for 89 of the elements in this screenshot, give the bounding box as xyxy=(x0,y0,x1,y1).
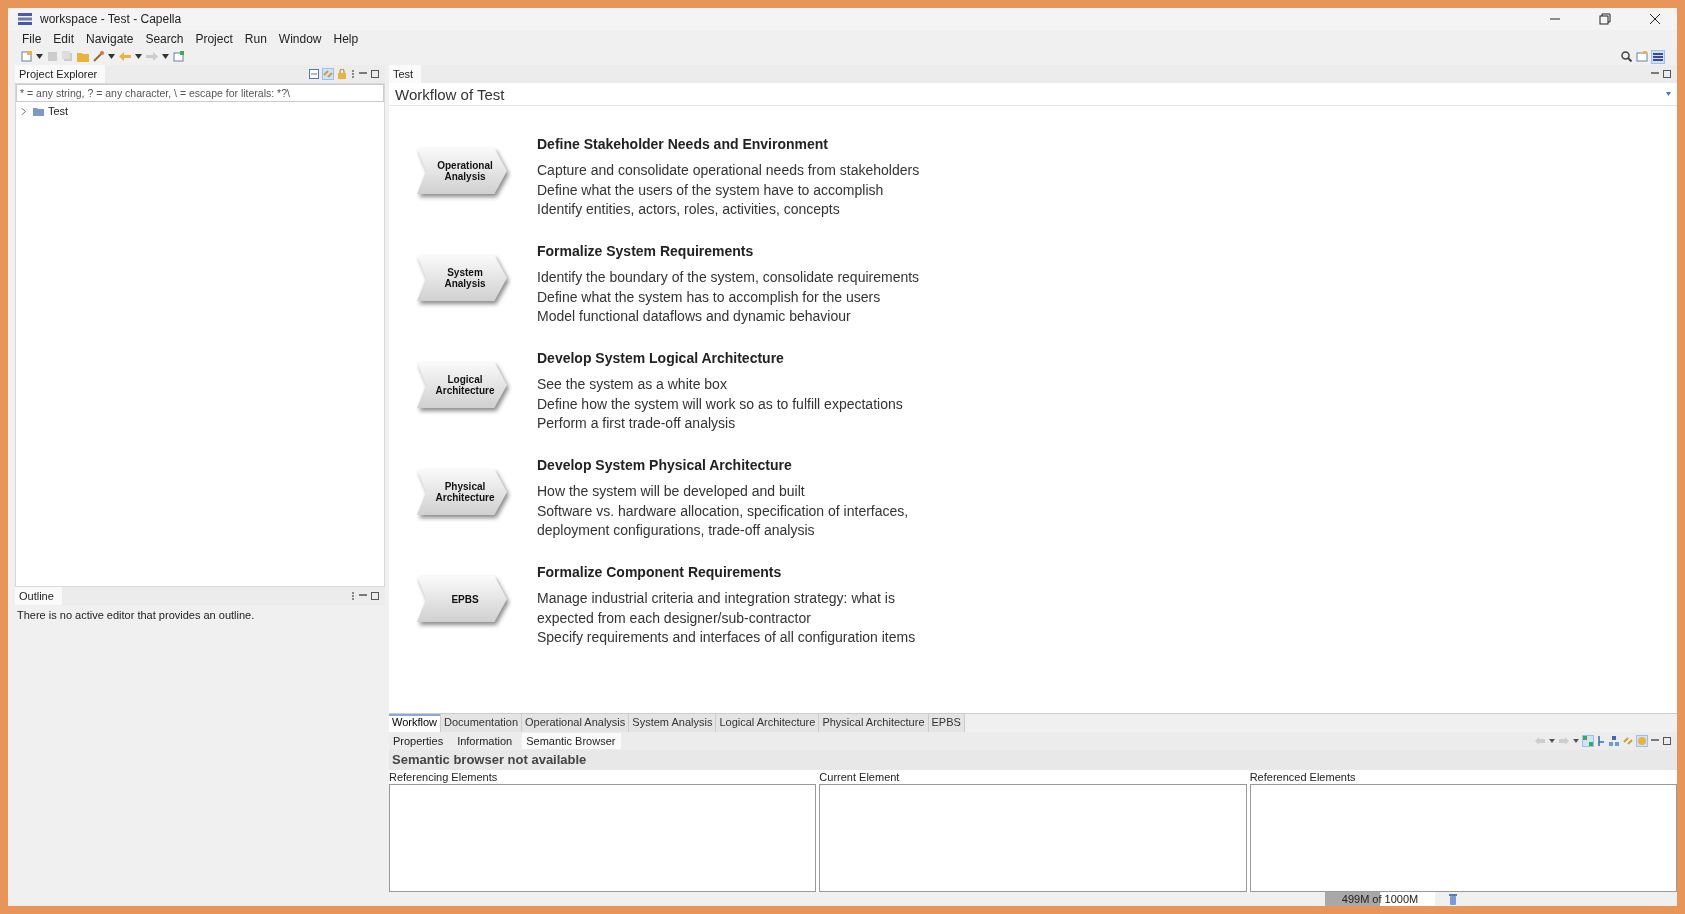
stage-description: expected from each designer/sub-contractor xyxy=(537,608,812,628)
maximize-icon[interactable] xyxy=(1663,737,1671,745)
menu-item[interactable]: Window xyxy=(278,32,322,46)
stage-button[interactable]: System Analysis xyxy=(417,255,507,301)
stage-description: Software vs. hardware allocation, specification of interfaces, xyxy=(537,501,909,521)
tree-item[interactable]: Test xyxy=(16,102,69,120)
maximize-icon[interactable] xyxy=(371,70,379,78)
outline-message: There is no active editor that provides an outline. xyxy=(17,609,255,621)
stage-button[interactable]: EPBS xyxy=(417,576,507,622)
maximize-icon[interactable] xyxy=(1663,70,1671,78)
stage-description: Define what the users of the system have to accomplish xyxy=(537,180,885,200)
dropdown-icon[interactable] xyxy=(162,54,169,59)
menu-item[interactable]: Navigate xyxy=(86,32,134,46)
app-icon xyxy=(18,13,32,25)
stage-button[interactable]: Logical Architecture xyxy=(417,362,507,408)
stage-description: Capture and consolidate operational needs from stakeholders xyxy=(537,161,920,180)
stage-description: Perform a first trade-off analysis xyxy=(537,414,737,433)
tree-icon[interactable] xyxy=(1609,736,1619,746)
element-list[interactable] xyxy=(389,784,817,892)
maximize-icon[interactable] xyxy=(371,592,379,600)
close-icon[interactable] xyxy=(1649,13,1661,25)
link-icon[interactable] xyxy=(1623,736,1633,746)
column-label: Current Element xyxy=(819,770,901,784)
stage-description: Identify entities, actors, roles, activities, concepts xyxy=(537,200,841,219)
stage-description: deployment configurations, trade-off analysis xyxy=(537,521,816,540)
element-list[interactable] xyxy=(819,784,1247,892)
stage-description: Define what the system has to accomplish for the users xyxy=(537,287,882,307)
open-perspective-icon[interactable] xyxy=(173,51,184,62)
trash-icon[interactable] xyxy=(1449,893,1457,905)
menu-item[interactable]: Search xyxy=(145,32,184,46)
column-label: Referenced Elements xyxy=(1249,770,1357,784)
window-title: workspace - Test - Capella xyxy=(40,12,182,26)
capella-perspective-icon[interactable] xyxy=(1652,50,1664,63)
page-tab[interactable]: Documentation xyxy=(441,714,523,732)
diagram-icon[interactable] xyxy=(1583,736,1593,746)
editor-title: Workflow of Test xyxy=(395,85,505,103)
link-icon[interactable] xyxy=(323,69,333,79)
view-menu-icon[interactable] xyxy=(351,591,355,601)
dropdown-icon[interactable] xyxy=(135,54,142,59)
dropdown-icon[interactable] xyxy=(36,54,43,59)
dropdown-icon[interactable] xyxy=(108,54,115,59)
menu-item[interactable]: Help xyxy=(333,32,359,46)
semantic-message: Semantic browser not available xyxy=(389,750,1677,770)
expand-chevron-icon[interactable] xyxy=(20,107,27,115)
view-tab[interactable]: Outline xyxy=(15,587,62,605)
stage-heading: Develop System Logical Architecture xyxy=(537,350,785,366)
new-icon[interactable] xyxy=(21,51,32,62)
page-tab[interactable]: Workflow xyxy=(389,714,442,732)
stage-button[interactable]: Operational Analysis xyxy=(417,148,507,194)
stage-description: Model functional dataflows and dynamic behaviour xyxy=(537,307,852,326)
stage-heading: Develop System Physical Architecture xyxy=(537,457,793,473)
search-icon[interactable] xyxy=(1621,51,1632,62)
menu-item[interactable]: Project xyxy=(195,32,233,46)
dropdown-icon[interactable] xyxy=(1549,739,1555,743)
element-list[interactable] xyxy=(1249,784,1677,892)
view-tab[interactable]: Information xyxy=(453,733,519,749)
view-tab[interactable]: Project Explorer xyxy=(15,65,106,83)
page-tab[interactable]: Logical Architecture xyxy=(716,714,820,732)
stage-description: Manage industrial criteria and integration strategy: what is xyxy=(537,589,896,608)
stage-description: Identify the boundary of the system, consolidate requirements xyxy=(537,268,920,287)
wand-icon[interactable] xyxy=(93,51,104,62)
view-menu-icon[interactable] xyxy=(351,69,355,79)
stage-heading: Define Stakeholder Needs and Environment xyxy=(537,136,829,152)
page-tab[interactable]: System Analysis xyxy=(629,714,717,732)
page-tab[interactable]: Operational Analysis xyxy=(522,714,630,732)
menu-item[interactable]: Edit xyxy=(53,32,75,46)
page-tab[interactable]: EPBS xyxy=(928,714,965,732)
perspective-icon[interactable] xyxy=(1636,51,1648,62)
dropdown-icon[interactable] xyxy=(1573,739,1579,743)
stage-button[interactable]: Physical Architecture xyxy=(417,469,507,515)
column-label: Referencing Elements xyxy=(389,770,499,784)
stage-description: See the system as a white box xyxy=(537,375,728,394)
filter-field[interactable]: * = any string, ? = any character, \ = escape for literals: *?\ xyxy=(16,84,384,102)
lock-icon[interactable] xyxy=(337,69,347,79)
collapse-all-icon[interactable] xyxy=(309,69,319,79)
view-tab[interactable]: Semantic Browser xyxy=(522,733,622,749)
stage-heading: Formalize System Requirements xyxy=(537,243,755,259)
stage-description: How the system will be developed and built xyxy=(537,482,806,501)
project-icon xyxy=(33,106,44,116)
stage-heading: Formalize Component Requirements xyxy=(537,564,783,580)
stage-description: Define how the system will work so as to fulfill expectations xyxy=(537,394,903,414)
restore-icon[interactable] xyxy=(1599,13,1611,25)
menu-item[interactable]: File xyxy=(22,32,42,46)
view-tab[interactable]: Properties xyxy=(389,733,450,749)
editor-tab[interactable]: Test xyxy=(389,65,422,83)
page-tab[interactable]: Physical Architecture xyxy=(819,714,929,732)
stage-description: Specify requirements and interfaces of all configuration items xyxy=(537,628,916,647)
menu-item[interactable]: Run xyxy=(244,32,267,46)
hierarchy-icon[interactable] xyxy=(1597,736,1605,746)
